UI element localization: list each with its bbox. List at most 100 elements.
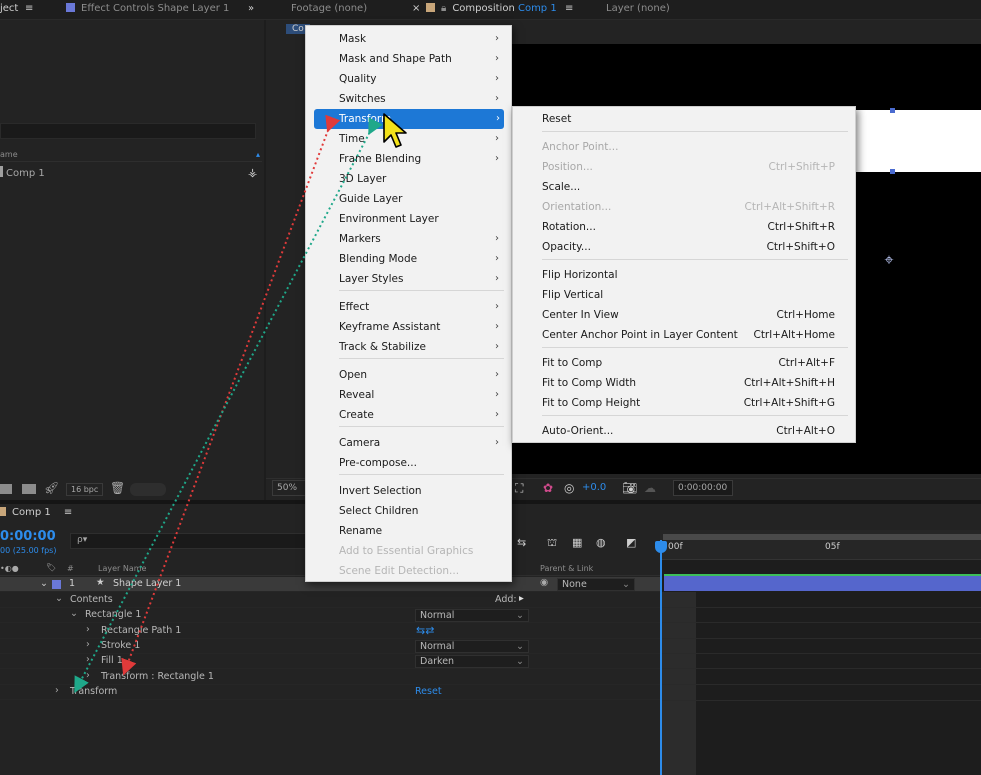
menu-item-open[interactable]: Open › [306,365,511,385]
tab-footage[interactable]: Footage (none) [291,3,367,14]
menu-item-switches[interactable]: Switches › [306,89,511,109]
twirl-closed-icon[interactable]: › [55,685,59,696]
submenu-item-center-anchor-point-in-layer-content[interactable]: Center Anchor Point in Layer Content Ctrl… [513,325,855,345]
close-tab-icon[interactable]: × [412,3,420,14]
menu-item-environment-layer[interactable]: Environment Layer [306,209,511,229]
tab-effect-controls[interactable]: Effect Controls Shape Layer 1 [66,3,229,14]
column-parent[interactable]: Parent & Link [540,564,593,573]
pickwhip-icon[interactable]: ◉ [540,577,548,588]
timeline-menu-icon[interactable]: ≡ [64,507,72,518]
region-icon[interactable]: ⛶ [515,481,523,496]
menu-item-track-stabilize[interactable]: Track & Stabilize › [306,337,511,357]
menu-item-camera[interactable]: Camera › [306,433,511,453]
submenu-item-flip-horizontal[interactable]: Flip Horizontal [513,265,855,285]
show-snapshot-icon[interactable]: ☁ [644,481,656,495]
twirl-closed-icon[interactable]: › [86,670,90,681]
bounding-handle[interactable] [890,169,895,174]
render-queue-icon[interactable]: 🚀︎ [44,481,59,495]
rectangle-shape[interactable] [856,110,981,172]
property-row-rectangle-1[interactable]: ⌄ Rectangle 1 Normal ⌄ [0,608,660,623]
twirl-closed-icon[interactable]: › [86,654,90,665]
transform-reset-link[interactable]: Reset [415,686,442,697]
tab-timeline-comp[interactable]: Comp 1 ≡ [0,507,72,518]
project-item-comp[interactable]: Comp 1 [0,166,45,179]
project-search-field[interactable] [0,123,256,139]
submenu-item-opacity[interactable]: Opacity... Ctrl+Shift+O [513,237,855,257]
twirl-open-icon[interactable]: ⌄ [70,608,78,619]
menu-item-create[interactable]: Create › [306,405,511,425]
timeline-current-time[interactable]: 0:00:00 [0,529,56,544]
folder-icon[interactable] [0,484,12,494]
property-row-contents[interactable]: ⌄ Contents Add: ▸ [0,593,660,608]
graph-editor-icon[interactable]: ◩ [626,536,636,549]
menu-item-select-children[interactable]: Select Children [306,501,511,521]
panel-menu-icon[interactable]: ≡ [25,3,33,14]
property-row-rectangle-path[interactable]: › Rectangle Path 1 ⇆⇄ [0,624,660,639]
layer-duration-bar[interactable] [664,576,981,591]
project-name-column[interactable]: ame [0,150,18,159]
comp-mini-flowchart-icon[interactable]: ⇆ [517,536,526,549]
submenu-item-flip-vertical[interactable]: Flip Vertical [513,285,855,305]
exposure-reset-icon[interactable]: ◎ [564,481,574,495]
property-row-transform[interactable]: › Transform Reset [0,685,660,700]
submenu-item-fit-to-comp-height[interactable]: Fit to Comp Height Ctrl+Alt+Shift+G [513,393,855,413]
blend-mode-dropdown[interactable]: Darken ⌄ [415,655,529,668]
menu-item-pre-compose[interactable]: Pre-compose... [306,453,511,473]
twirl-closed-icon[interactable]: › [86,639,90,650]
new-comp-icon[interactable] [22,484,36,494]
hide-shy-icon[interactable]: ▦ [572,536,582,549]
blend-mode-dropdown[interactable]: Normal ⌄ [415,640,529,653]
twirl-open-icon[interactable]: ⌄ [55,593,63,604]
anchor-point-icon[interactable]: ⌖ [880,251,898,269]
layer-twirl-icon[interactable]: ⌄ [40,578,48,589]
menu-item-effect[interactable]: Effect › [306,297,511,317]
path-direction-icon[interactable]: ⇆⇄ [416,624,434,637]
work-area-bar[interactable] [663,534,981,540]
twirl-closed-icon[interactable]: › [86,624,90,635]
submenu-item-reset[interactable]: Reset [513,109,855,129]
submenu-item-fit-to-comp[interactable]: Fit to Comp Ctrl+Alt+F [513,353,855,373]
property-row-stroke[interactable]: › Stroke 1 Normal ⌄ [0,639,660,654]
submenu-item-scale[interactable]: Scale... [513,177,855,197]
zoom-dropdown[interactable]: 50% [272,480,306,496]
flowchart-icon[interactable]: ⚶ [248,166,257,179]
current-time-indicator[interactable] [660,540,662,775]
trash-icon[interactable]: 🗑︎ [110,481,125,495]
tab-composition[interactable]: 🔒︎ Composition Comp 1 [426,3,557,14]
tab-layer[interactable]: Layer (none) [606,3,670,14]
menu-item-quality[interactable]: Quality › [306,69,511,89]
menu-item-3d-layer[interactable]: 3D Layer [306,169,511,189]
menu-item-reveal[interactable]: Reveal › [306,385,511,405]
bounding-handle[interactable] [890,108,895,113]
draft-3d-icon[interactable]: ⛫ [547,536,557,551]
menu-item-markers[interactable]: Markers › [306,229,511,249]
blend-mode-dropdown[interactable]: Normal ⌄ [415,609,529,622]
layer-label-color[interactable] [52,580,61,589]
property-row-fill[interactable]: › Fill 1 Darken ⌄ [0,654,660,669]
menu-item-mask-and-shape-path[interactable]: Mask and Shape Path › [306,49,511,69]
tab-project[interactable]: ject [0,3,18,14]
menu-item-layer-styles[interactable]: Layer Styles › [306,269,511,289]
add-property-icon[interactable]: ▸ [519,593,524,604]
comp-panel-menu-icon[interactable]: ≡ [565,3,573,14]
menu-item-invert-selection[interactable]: Invert Selection [306,481,511,501]
parent-dropdown[interactable]: None ⌄ [557,578,635,591]
color-channels-icon[interactable]: ✿ [543,481,553,495]
property-row-transform-rectangle[interactable]: › Transform : Rectangle 1 [0,670,660,685]
timeline-search-input[interactable]: ρ▾ [70,533,306,549]
menu-item-frame-blending[interactable]: Frame Blending › [306,149,511,169]
project-slider[interactable] [130,483,166,496]
menu-item-mask[interactable]: Mask › [306,29,511,49]
menu-item-blending-mode[interactable]: Blending Mode › [306,249,511,269]
column-layer-name[interactable]: Layer Name [98,564,146,573]
expand-panels-icon[interactable]: » [248,3,254,14]
lock-icon[interactable]: 🔒︎ [441,3,446,14]
current-time-indicator-head[interactable] [655,541,667,553]
submenu-item-center-in-view[interactable]: Center In View Ctrl+Home [513,305,855,325]
bit-depth-button[interactable]: 16 bpc [66,483,104,496]
submenu-item-auto-orient[interactable]: Auto-Orient... Ctrl+Alt+O [513,421,855,441]
exposure-value[interactable]: +0.0 [582,482,606,493]
motion-blur-icon[interactable]: ◍ [596,536,606,549]
submenu-item-fit-to-comp-width[interactable]: Fit to Comp Width Ctrl+Alt+Shift+H [513,373,855,393]
snapshot-camera-icon[interactable]: 📷︎ [622,481,637,495]
